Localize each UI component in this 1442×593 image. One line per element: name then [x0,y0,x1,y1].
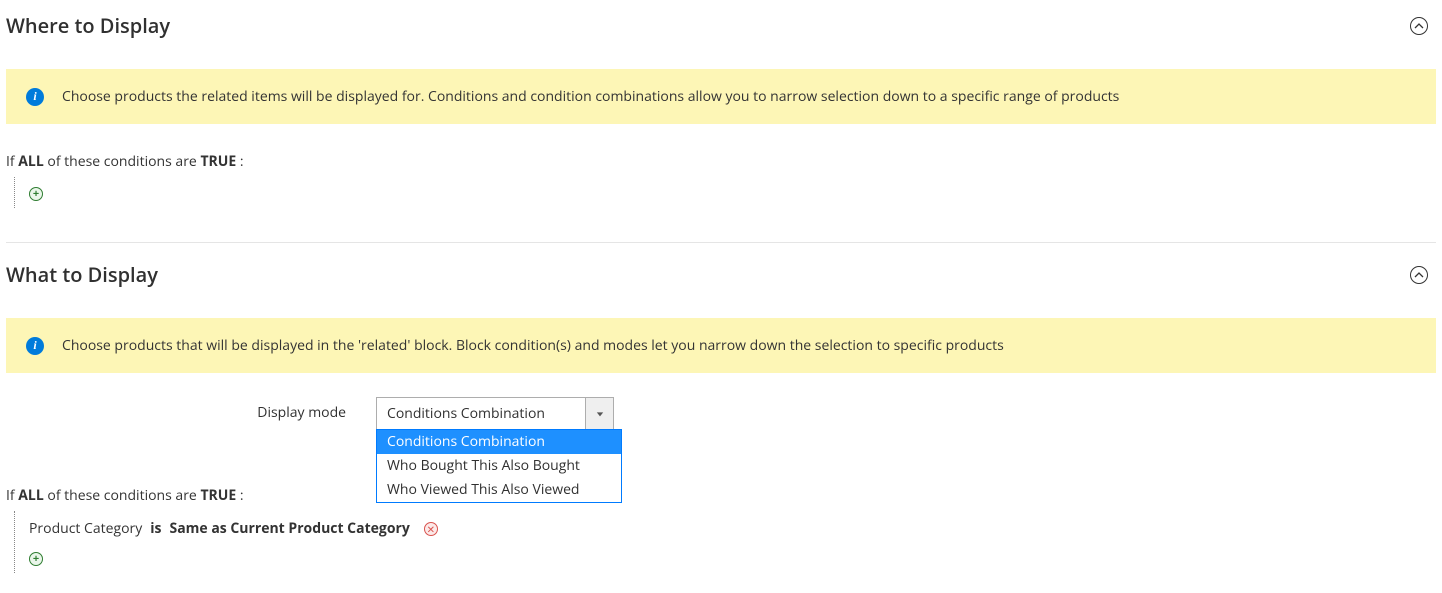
dropdown-option[interactable]: Who Bought This Also Bought [377,454,621,478]
display-mode-label: Display mode [6,397,376,422]
display-mode-select[interactable]: Conditions Combination [376,397,614,430]
condition-tree-what: Product Category is Same as Current Prod… [14,511,1436,573]
display-mode-select-wrap: Conditions Combination Conditions Combin… [376,397,614,430]
cond-aggregator[interactable]: ALL [18,152,43,171]
cond-middle: of these conditions are [47,152,196,171]
info-box-where: i Choose products the related items will… [6,69,1436,124]
section-header-what: What to Display [6,257,1436,308]
add-condition-icon[interactable]: + [29,552,43,566]
section-title-where: Where to Display [6,12,170,39]
info-icon: i [26,337,44,355]
rule-operator[interactable]: is [150,519,161,538]
section-divider [6,242,1436,243]
info-text-where: Choose products the related items will b… [62,87,1119,106]
add-condition-icon[interactable]: + [29,187,43,201]
condition-rule-row: Product Category is Same as Current Prod… [29,517,1436,548]
cond-prefix: If [6,486,15,505]
cond-middle: of these conditions are [47,486,196,505]
cond-value[interactable]: TRUE [200,486,236,505]
section-title-what: What to Display [6,261,158,288]
info-text-what: Choose products that will be displayed i… [62,336,1004,355]
display-mode-dropdown: Conditions Combination Who Bought This A… [376,429,622,503]
display-mode-row: Display mode Conditions Combination Cond… [6,397,1436,430]
display-mode-value: Conditions Combination [377,398,585,429]
rule-attribute[interactable]: Product Category [29,519,142,538]
condition-line-where: If ALL of these conditions are TRUE : [6,148,1436,177]
collapse-icon[interactable] [1410,17,1428,35]
dropdown-option[interactable]: Who Viewed This Also Viewed [377,478,621,502]
dropdown-option[interactable]: Conditions Combination [377,430,621,454]
condition-tree-where: + [14,177,1436,208]
cond-suffix: : [240,486,244,505]
section-header-where: Where to Display [6,8,1436,59]
collapse-icon[interactable] [1410,266,1428,284]
rule-value[interactable]: Same as Current Product Category [170,519,410,538]
condition-line-what: If ALL of these conditions are TRUE : [6,482,1436,511]
cond-prefix: If [6,152,15,171]
cond-value[interactable]: TRUE [200,152,236,171]
cond-suffix: : [240,152,244,171]
chevron-down-icon [585,398,613,429]
info-icon: i [26,88,44,106]
remove-condition-icon[interactable]: ✕ [424,522,438,536]
info-box-what: i Choose products that will be displayed… [6,318,1436,373]
cond-aggregator[interactable]: ALL [18,486,43,505]
